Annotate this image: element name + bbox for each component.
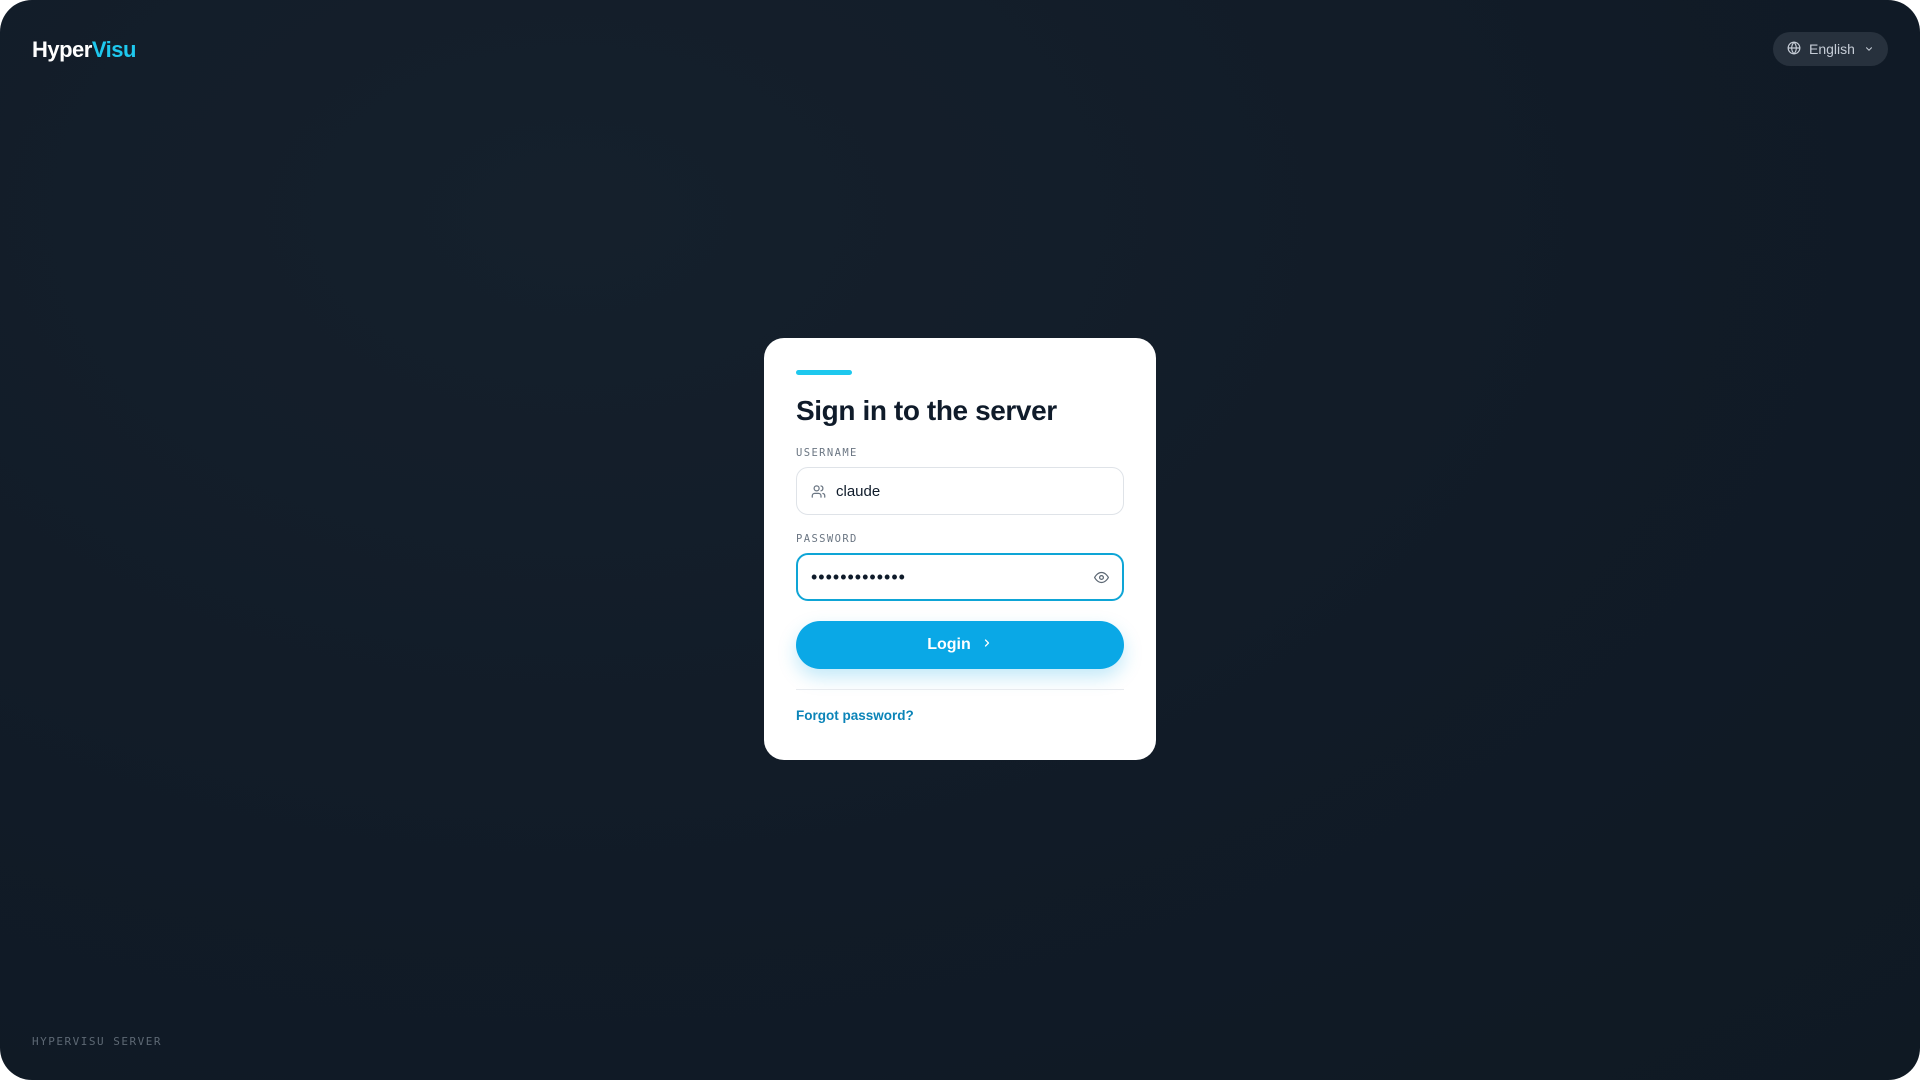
user-icon [811,484,826,499]
language-selector[interactable]: English [1773,32,1888,66]
password-label: PASSWORD [796,533,858,545]
username-value: claude [836,482,881,500]
password-value: ••••••••••••• [811,567,906,587]
logo-accent-text: Visu [91,37,137,62]
login-title: Sign in to the server [796,395,1057,426]
login-button[interactable]: Login [796,621,1124,669]
username-label: USERNAME [796,447,858,459]
card-divider [796,689,1124,690]
globe-icon [1787,41,1801,58]
eye-icon[interactable] [1094,570,1109,585]
password-field[interactable]: ••••••••••••• [796,553,1124,601]
login-screen: HyperVisu English Sign in to the server … [0,0,1920,1080]
logo-primary-text: Hyper [32,37,92,62]
chevron-down-icon [1864,41,1874,57]
login-button-label: Login [927,636,971,653]
username-field[interactable]: claude [796,467,1124,515]
footer-label: HYPERVISU SERVER [32,1035,162,1048]
language-label: English [1809,41,1855,57]
app-logo: HyperVisu [32,37,136,63]
card-accent-bar [796,370,852,375]
forgot-password-link[interactable]: Forgot password? [796,708,914,723]
chevron-right-icon [981,636,993,654]
login-card: Sign in to the server USERNAME claude PA… [764,338,1156,760]
